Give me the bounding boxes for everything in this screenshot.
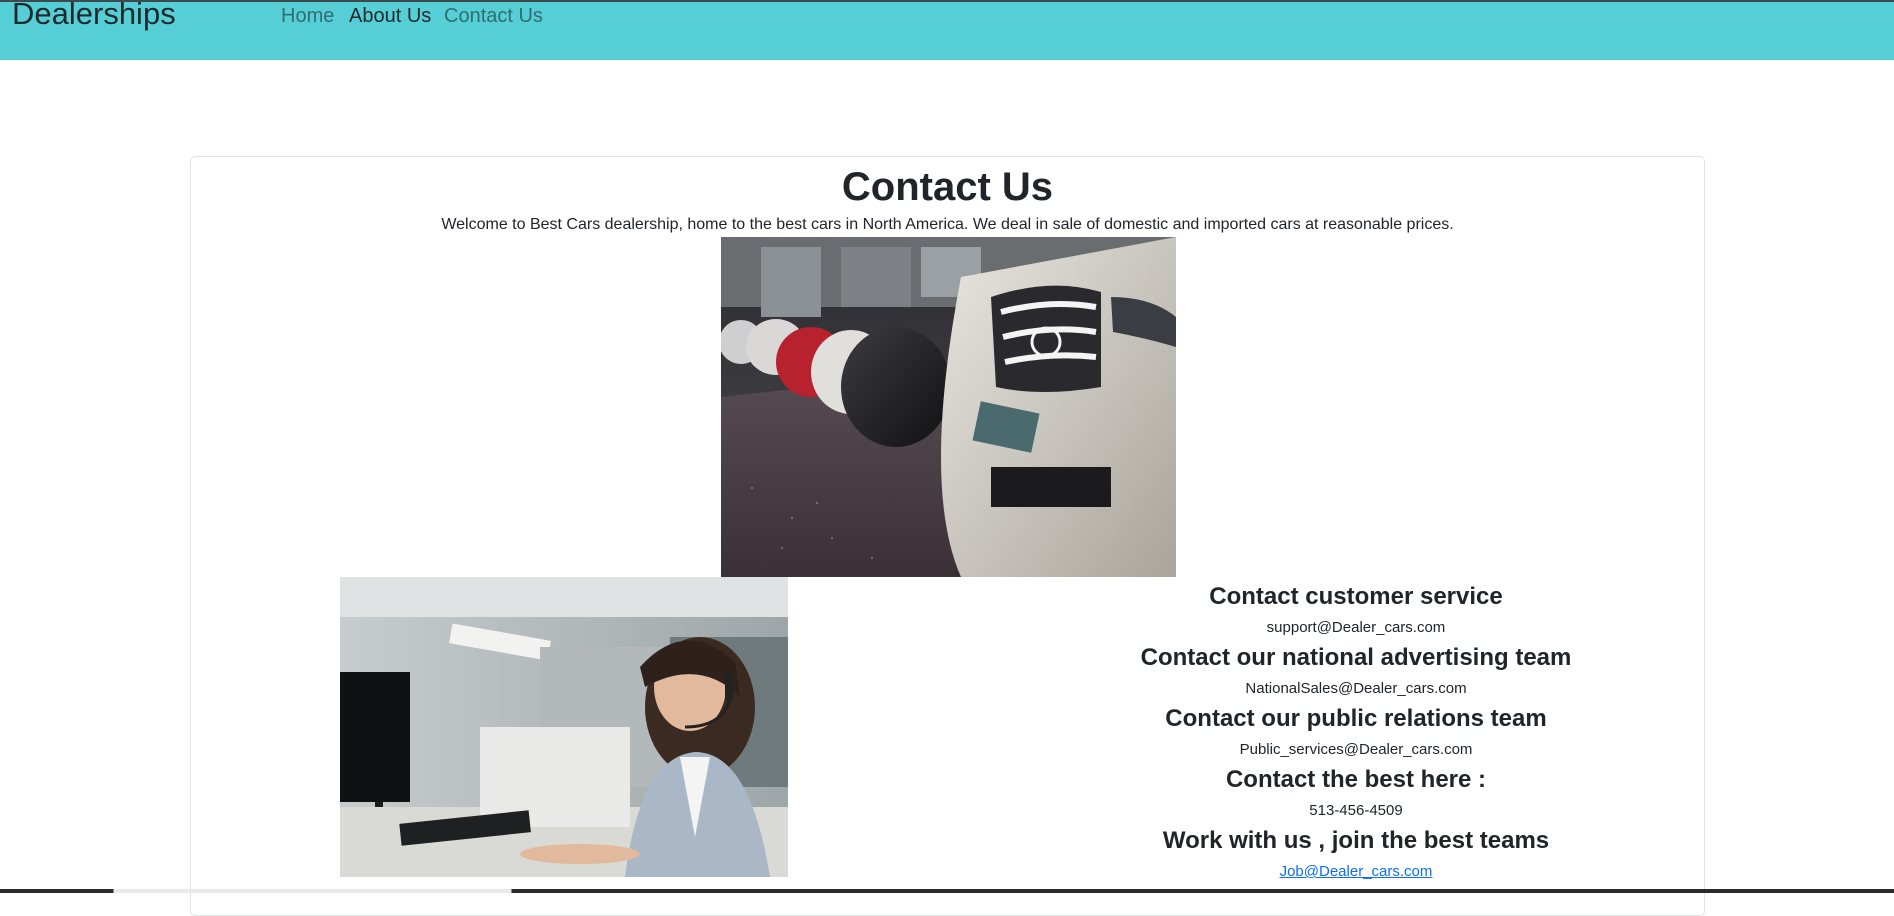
public-relations-heading: Contact our public relations team — [1165, 705, 1547, 732]
support-agent-image — [340, 577, 788, 877]
page-title: Contact Us — [841, 165, 1054, 209]
cars-lineup-image — [721, 237, 1176, 577]
jobs-email-link[interactable]: Job@Dealer_cars.com — [1280, 862, 1433, 881]
nav-home-link[interactable]: Home — [281, 2, 334, 30]
phone-number: 513-456-4509 — [1309, 802, 1403, 819]
brand-logo[interactable]: Dealerships — [12, 0, 176, 34]
top-navbar: Dealerships Home About Us Contact Us — [0, 0, 1894, 60]
customer-service-email: support@Dealer_cars.com — [1266, 619, 1446, 636]
phone-heading: Contact the best here : — [1225, 766, 1487, 793]
advertising-team-email: NationalSales@Dealer_cars.com — [1245, 680, 1467, 697]
nav-about-link[interactable]: About Us — [349, 2, 431, 30]
advertising-team-heading: Contact our national advertising team — [1140, 644, 1572, 671]
public-relations-email: Public_services@Dealer_cars.com — [1239, 741, 1473, 758]
contact-info-section: Contact customer service support@Dealer_… — [1071, 582, 1641, 881]
jobs-heading: Work with us , join the best teams — [1162, 827, 1550, 854]
intro-text: Welcome to Best Cars dealership, home to… — [441, 216, 1454, 233]
horizontal-scrollbar[interactable] — [0, 889, 1894, 893]
customer-service-heading: Contact customer service — [1209, 583, 1503, 610]
nav-contact-link[interactable]: Contact Us — [444, 2, 543, 30]
contact-card: Contact Us Welcome to Best Cars dealersh… — [190, 156, 1705, 916]
